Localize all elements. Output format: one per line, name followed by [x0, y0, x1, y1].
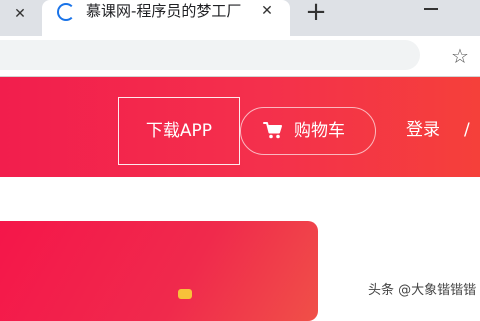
banner-decoration — [178, 289, 192, 299]
browser-tab-strip: ✕ 慕课网-程序员的梦工厂 ✕ + — [0, 0, 480, 36]
download-app-button[interactable]: 下载APP — [118, 97, 240, 165]
star-icon[interactable]: ☆ — [448, 44, 472, 68]
banner-card[interactable] — [0, 221, 318, 321]
browser-toolbar — [0, 36, 480, 76]
login-link[interactable]: 登录 — [406, 118, 440, 142]
loading-spinner-icon — [57, 3, 75, 21]
login-register-separator: / — [464, 120, 470, 140]
site-header: 下载APP 购物车 登录 / — [0, 77, 480, 177]
tab-title: 慕课网-程序员的梦工厂 — [86, 2, 242, 20]
cart-icon — [263, 122, 282, 139]
close-icon[interactable]: ✕ — [256, 0, 278, 22]
close-icon[interactable]: ✕ — [10, 4, 30, 24]
address-bar[interactable] — [0, 40, 420, 70]
tab-previous[interactable]: ✕ — [0, 0, 42, 36]
cart-label: 购物车 — [294, 121, 345, 141]
minimize-icon[interactable] — [424, 8, 438, 10]
cart-button[interactable]: 购物车 — [240, 107, 376, 155]
watermark: 头条 @大象锴锴锴 — [368, 283, 477, 298]
page-body: 头条 @大象锴锴锴 — [0, 177, 480, 321]
tab-active[interactable]: 慕课网-程序员的梦工厂 ✕ — [42, 0, 290, 36]
new-tab-button[interactable]: + — [302, 0, 330, 26]
